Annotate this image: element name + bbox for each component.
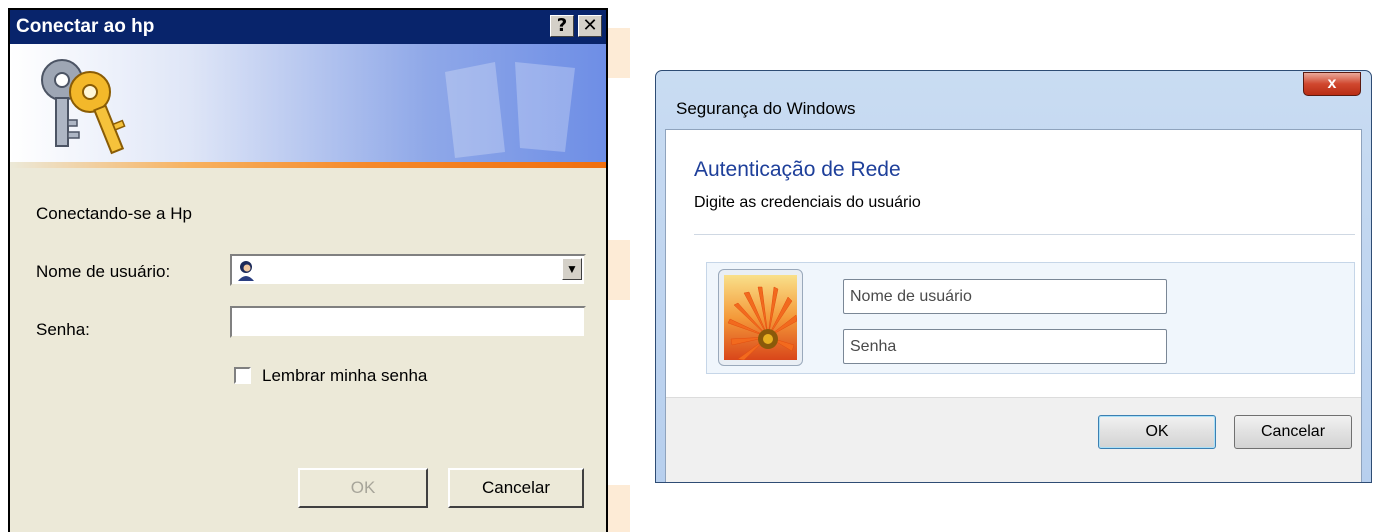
background-strip	[608, 28, 630, 78]
connecting-text: Conectando-se a Hp	[36, 204, 192, 223]
password-label: Senha:	[36, 320, 90, 339]
cancel-button[interactable]: Cancelar	[1234, 415, 1352, 449]
user-icon	[238, 261, 254, 281]
ok-button[interactable]: OK	[298, 468, 428, 508]
dropdown-button[interactable]: ▼	[562, 258, 582, 280]
remember-password-label[interactable]: Lembrar minha senha	[262, 366, 427, 386]
dialog-title: Conectar ao hp	[16, 16, 155, 37]
help-button[interactable]: ?	[550, 15, 574, 37]
banner	[10, 44, 606, 162]
user-avatar	[718, 269, 803, 366]
close-icon: ✕	[582, 15, 598, 36]
password-input[interactable]: Senha	[843, 329, 1167, 364]
network-watermark-icon	[445, 62, 575, 158]
close-icon: x	[1327, 75, 1337, 92]
separator	[694, 234, 1355, 235]
banner-accent-line	[10, 162, 606, 168]
close-button[interactable]: x	[1303, 72, 1361, 96]
remember-password-checkbox[interactable]	[234, 367, 251, 384]
xp-login-dialog: Conectar ao hp ? ✕ Conectando-se a Hp No…	[8, 8, 608, 532]
credential-tile: Nome de usuário Senha	[706, 262, 1355, 374]
dropdown-arrow-icon: ▼	[566, 262, 578, 276]
username-input[interactable]: Nome de usuário	[843, 279, 1167, 314]
button-bar: OK Cancelar	[666, 397, 1361, 482]
keys-icon	[41, 59, 126, 155]
password-field[interactable]	[230, 306, 586, 338]
dialog-heading: Autenticação de Rede	[694, 158, 901, 181]
background-strip	[608, 240, 630, 300]
password-placeholder: Senha	[850, 338, 897, 355]
cancel-button[interactable]: Cancelar	[448, 468, 584, 508]
username-placeholder: Nome de usuário	[850, 288, 972, 305]
windows-security-dialog: Segurança do Windows x Autenticação de R…	[655, 70, 1372, 483]
dialog-content: Autenticação de Rede Digite as credencia…	[665, 129, 1362, 482]
background-strip	[608, 485, 630, 532]
close-button[interactable]: ✕	[578, 15, 602, 37]
username-combobox[interactable]: ▼	[230, 254, 586, 286]
title-bar[interactable]: Conectar ao hp ? ✕	[10, 10, 606, 44]
dialog-subheading: Digite as credenciais do usuário	[694, 194, 921, 211]
username-label: Nome de usuário:	[36, 262, 171, 281]
flower-avatar-icon	[724, 275, 797, 360]
dialog-title: Segurança do Windows	[676, 99, 856, 118]
ok-button[interactable]: OK	[1098, 415, 1216, 449]
